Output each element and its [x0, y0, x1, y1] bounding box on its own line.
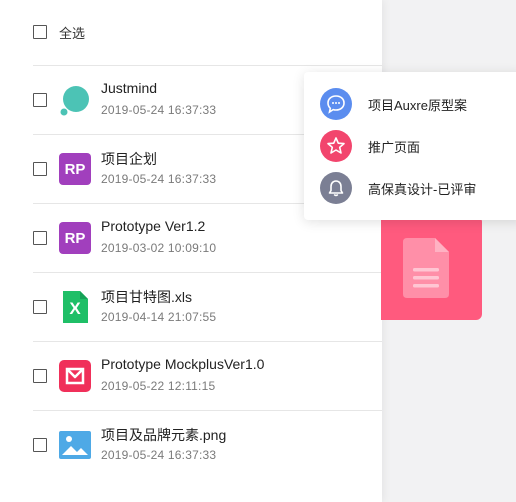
file-name: Prototype MockplusVer1.0 [101, 356, 265, 372]
bell-icon [320, 172, 352, 204]
select-all-row[interactable]: 全选 [33, 22, 85, 42]
file-date: 2019-05-24 16:37:33 [101, 172, 217, 186]
file-row[interactable]: 项目及品牌元素.png 2019-05-24 16:37:33 [0, 411, 382, 480]
file-checkbox[interactable] [33, 231, 47, 245]
file-date: 2019-05-24 16:37:33 [101, 448, 217, 462]
file-name: 项目企划 [101, 151, 157, 167]
file-checkbox[interactable] [33, 93, 47, 107]
file-row[interactable]: Prototype MockplusVer1.0 2019-05-22 12:1… [0, 342, 382, 411]
mockplus-icon [59, 360, 91, 392]
menu-item-label: 高保真设计-已评审 [368, 181, 477, 197]
file-date: 2019-05-24 16:37:33 [101, 103, 217, 117]
excel-icon: X [59, 291, 91, 323]
context-menu: 项目Auxre原型案 推广页面 高保真设计-已评审 [304, 72, 516, 220]
rp-icon: RP [59, 153, 91, 185]
pink-document-card[interactable] [381, 216, 482, 320]
menu-item-promotion[interactable]: 推广页面 [320, 130, 420, 162]
file-row[interactable]: X 项目甘特图.xls 2019-04-14 21:07:55 [0, 273, 382, 342]
justmind-icon [59, 84, 91, 116]
file-checkbox[interactable] [33, 300, 47, 314]
select-all-checkbox[interactable] [33, 25, 47, 39]
file-date: 2019-04-14 21:07:55 [101, 310, 217, 324]
file-name: Justmind [101, 80, 158, 96]
file-checkbox[interactable] [33, 162, 47, 176]
file-date: 2019-03-02 10:09:10 [101, 241, 217, 255]
document-icon [403, 238, 449, 298]
file-name: Prototype Ver1.2 [101, 218, 206, 234]
star-icon [320, 130, 352, 162]
file-checkbox[interactable] [33, 369, 47, 383]
menu-item-label: 项目Auxre原型案 [368, 97, 467, 113]
select-all-label: 全选 [59, 25, 86, 41]
menu-item-hifi-design[interactable]: 高保真设计-已评审 [320, 172, 476, 204]
chat-bubble-icon [320, 88, 352, 120]
file-name: 项目甘特图.xls [101, 289, 192, 305]
file-date: 2019-05-22 12:11:15 [101, 379, 216, 393]
file-checkbox[interactable] [33, 438, 47, 452]
image-icon [59, 429, 91, 461]
file-name: 项目及品牌元素.png [101, 427, 227, 443]
menu-item-label: 推广页面 [368, 139, 421, 155]
rp-icon: RP [59, 222, 91, 254]
menu-item-auxre[interactable]: 项目Auxre原型案 [320, 88, 467, 120]
